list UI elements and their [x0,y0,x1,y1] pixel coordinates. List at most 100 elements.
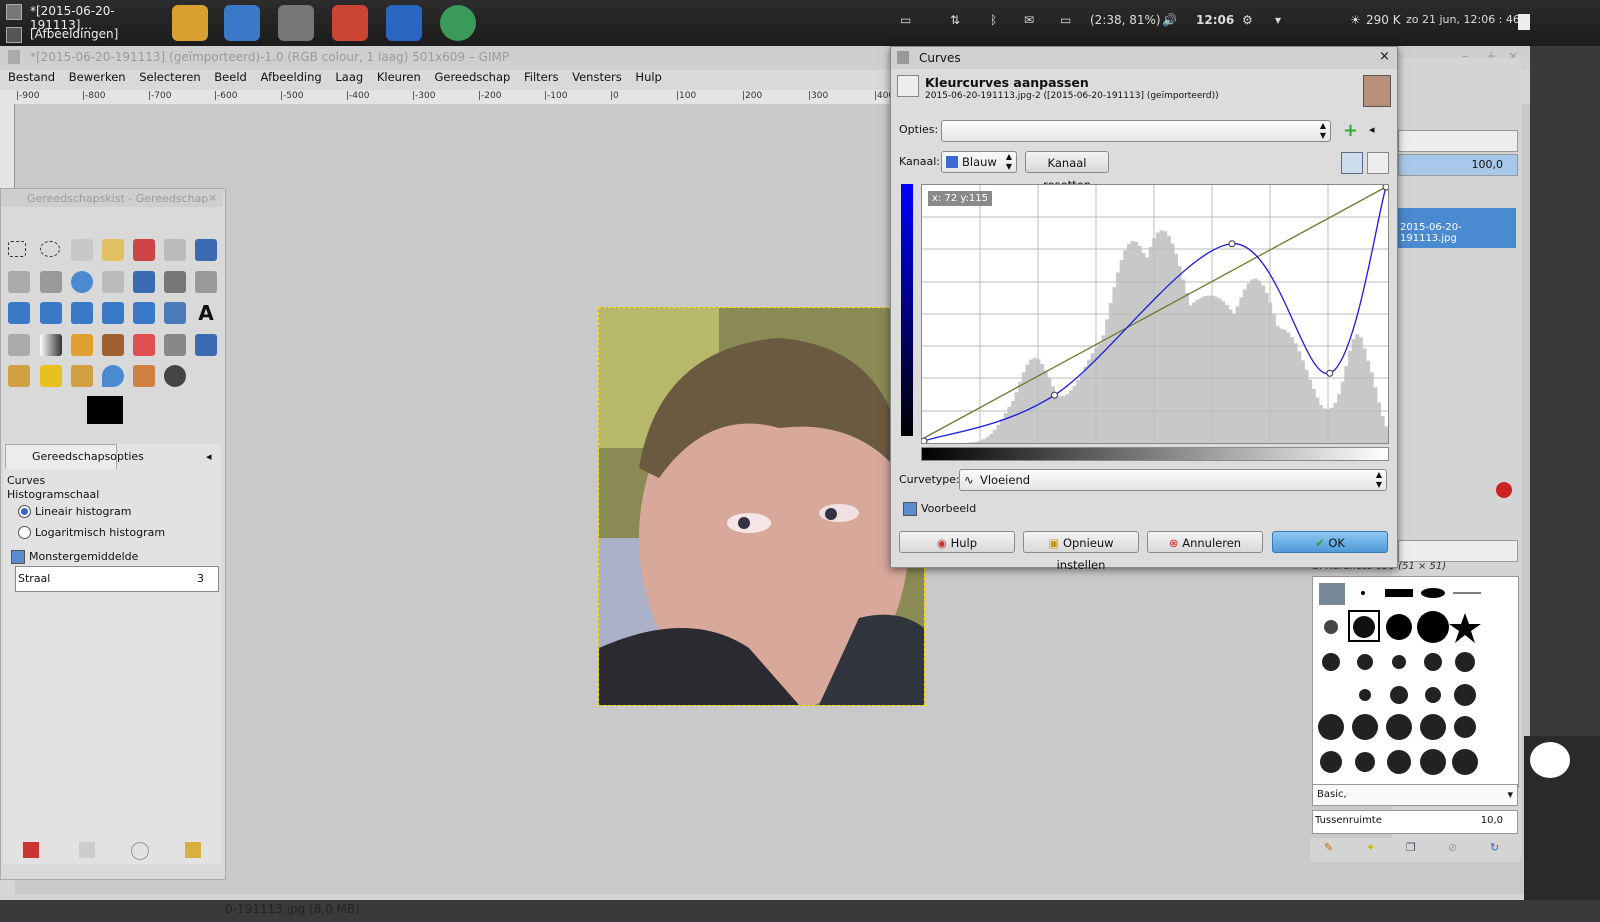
spacing-spinner[interactable]: Tussenruimte 10,0 [1312,810,1518,834]
image-list-item[interactable]: 2015-06-20-191113.jpg [1394,208,1516,248]
paths-icon[interactable] [8,271,30,293]
opacity-spinner[interactable]: 100,0 [1398,154,1518,176]
paintbrush-icon[interactable] [102,334,124,356]
lasso-icon[interactable] [71,239,93,261]
menu-gereedschap[interactable]: Gereedschap [434,70,510,84]
image-photo[interactable] [598,307,925,706]
tab-tool-options[interactable]: Gereedschapsopties [5,444,117,469]
curvetype-combo[interactable]: ∿ Vloeiend ▲▼ [959,469,1387,491]
channel-combo[interactable]: Blauw ▲▼ [941,151,1017,173]
menu-laag[interactable]: Laag [335,70,363,84]
rect-select-icon[interactable] [8,241,26,257]
menu-kleuren[interactable]: Kleuren [377,70,421,84]
horizontal-ruler[interactable]: |-900|-800|-700|-600|-500|-400|-300|-200… [0,90,890,105]
menu-bestand[interactable]: Bestand [8,70,55,84]
volume-icon[interactable]: 🔊 [1162,13,1177,27]
scissors-icon[interactable] [164,239,186,261]
menu-selecteren[interactable]: Selecteren [139,70,200,84]
color-select-icon[interactable] [133,239,155,261]
network-icon[interactable]: ⇅ [950,13,960,27]
new-brush-icon[interactable]: ✦ [1366,841,1375,854]
fuzzy-select-icon[interactable] [102,239,124,261]
curve-control-point[interactable] [922,438,927,443]
taskbar-item-images[interactable]: [Afbeeldingen] [0,23,160,46]
bucket-fill-icon[interactable] [8,334,30,356]
battery-icon[interactable]: ▭ [1060,13,1071,27]
toolbox-titlebar[interactable]: Gereedschapskist - Gereedschap × [1,189,223,207]
mail-icon[interactable]: ✉ [1024,13,1034,27]
launcher-tools-icon[interactable] [278,5,314,41]
curve-control-point[interactable] [1051,392,1057,398]
sample-average-checkbox[interactable] [11,550,25,564]
launcher-browser-icon[interactable] [440,5,476,41]
delete-brush-icon[interactable]: ⊘ [1448,841,1457,854]
menu-hulp[interactable]: Hulp [635,70,661,84]
perspective-icon[interactable] [102,302,124,324]
curve-control-point[interactable] [1229,241,1235,247]
refresh-brushes-icon[interactable]: ↻ [1490,841,1499,854]
launcher-rocket-icon[interactable] [332,5,368,41]
color-picker-icon[interactable] [40,271,62,293]
cage-transform-icon[interactable] [164,302,186,324]
chevron-down-icon[interactable]: ▾ [1275,13,1281,27]
delete-options-icon[interactable] [131,842,149,860]
brush-set-combo[interactable]: Basic, ▾ [1312,784,1518,806]
preview-checkbox[interactable] [903,502,917,516]
align-icon[interactable] [164,271,186,293]
linear-histogram-icon[interactable] [1341,152,1363,174]
close-icon[interactable]: × [1379,49,1390,64]
curve-control-point[interactable] [1327,370,1333,376]
keyboard-icon[interactable]: ▭ [900,13,911,27]
delete-icon[interactable] [1496,482,1512,498]
dodge-burn-icon[interactable] [164,365,186,387]
move-icon[interactable] [133,271,155,293]
gradient-icon[interactable] [40,334,62,356]
curve-graph[interactable]: x: 72 y:115 [921,184,1389,444]
menu-beeld[interactable]: Beeld [214,70,247,84]
menu-afbeelding[interactable]: Afbeelding [260,70,321,84]
pencil-icon[interactable] [71,334,93,356]
brush-view-combo[interactable] [1398,540,1518,562]
duplicate-brush-icon[interactable]: ❐ [1406,841,1416,854]
log-histogram-icon[interactable] [1367,152,1389,174]
radio-linear[interactable] [18,505,31,518]
tab-menu-icon[interactable]: ◂ [206,450,212,463]
help-button[interactable]: ◉ Hulp [899,531,1015,553]
add-preset-icon[interactable]: + [1343,120,1358,141]
clone-icon[interactable] [8,365,30,387]
dialog-titlebar[interactable]: Curves × [891,47,1397,69]
shear-icon[interactable] [71,302,93,324]
edit-brush-icon[interactable]: ✎ [1324,841,1333,854]
reset-channel-button[interactable]: Kanaal resetten [1025,151,1109,173]
preset-menu-icon[interactable]: ◂ [1369,123,1375,136]
menu-vensters[interactable]: Vensters [572,70,622,84]
reset-button[interactable]: ▣ Opnieuw instellen [1023,531,1139,553]
launcher-network-icon[interactable] [386,5,422,41]
bluetooth-icon[interactable]: ᛒ [990,13,997,27]
radius-spinner[interactable]: Straal 3 [15,566,219,592]
ink-icon[interactable] [195,334,217,356]
menu-bewerken[interactable]: Bewerken [69,70,126,84]
notes-icon[interactable] [1518,14,1530,30]
restore-options-icon[interactable] [79,842,95,858]
close-icon[interactable]: × [208,191,217,204]
menu-filters[interactable]: Filters [524,70,558,84]
datetime[interactable]: zo 21 jun, 12:06 : 46 [1406,13,1520,26]
save-options-icon[interactable] [23,842,39,858]
presets-combo[interactable]: ▲▼ [941,120,1331,142]
settings-icon[interactable]: ⚙ [1242,13,1253,27]
crop-icon[interactable] [195,271,217,293]
layer-mode-combo[interactable] [1398,130,1518,152]
eraser-icon[interactable] [133,334,155,356]
launcher-home-icon[interactable] [224,5,260,41]
airbrush-icon[interactable] [164,334,186,356]
foreground-select-icon[interactable] [195,239,217,261]
rotate-icon[interactable] [8,302,30,324]
radio-log[interactable] [18,526,31,539]
ellipse-select-icon[interactable] [40,241,60,257]
scale-icon[interactable] [40,302,62,324]
measure-icon[interactable] [102,271,124,293]
foreground-color-swatch[interactable] [87,396,123,424]
text-tool-icon[interactable]: A [195,302,217,324]
curve-control-point[interactable] [1383,185,1388,190]
